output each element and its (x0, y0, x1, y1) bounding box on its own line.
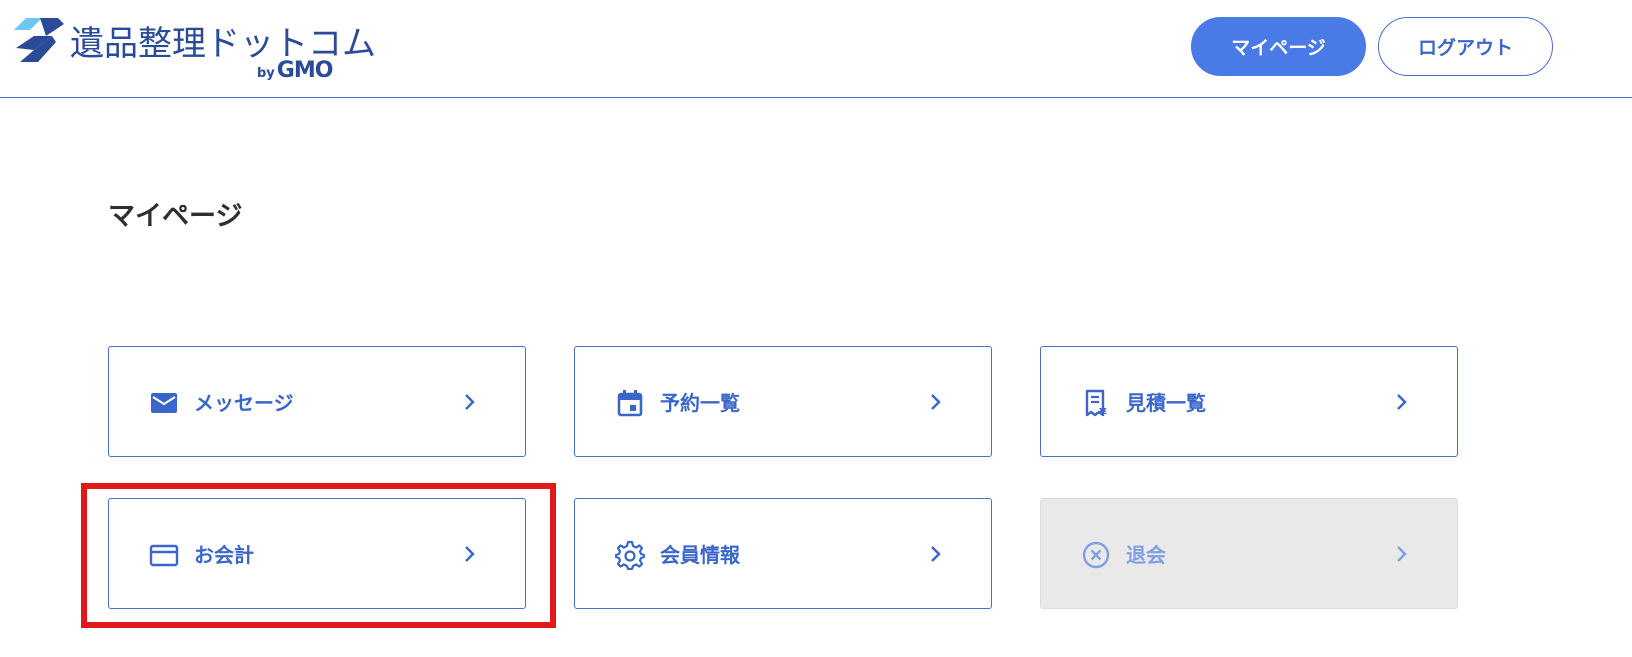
menu-card-member-info[interactable]: 会員情報 (574, 498, 992, 609)
menu-card-label: 予約一覧 (660, 391, 740, 415)
credit-card-icon (149, 544, 179, 567)
menu-card-label: お会計 (194, 543, 254, 567)
logo-gmo-text: GMO (276, 58, 334, 83)
chevron-right-icon (465, 394, 475, 410)
chevron-right-icon (931, 394, 941, 410)
estimate-icon: ¥ (1085, 389, 1107, 418)
logo-mark-icon (14, 18, 64, 62)
logo-by-text: by (257, 66, 275, 81)
chevron-right-icon (931, 546, 941, 562)
close-circle-icon (1082, 541, 1110, 569)
page-title: マイページ (108, 201, 243, 232)
calendar-icon (617, 390, 643, 417)
menu-card-payment[interactable]: お会計 (108, 498, 526, 609)
mypage-button[interactable]: マイページ (1191, 17, 1366, 76)
menu-card-label: メッセージ (194, 391, 294, 415)
site-logo[interactable]: 遺品整理ドットコム byGMO (12, 12, 376, 83)
menu-card-label: 退会 (1126, 543, 1166, 567)
logo-byline: byGMO (257, 58, 334, 83)
menu-card-messages[interactable]: メッセージ (108, 346, 526, 457)
menu-card-label: 見積一覧 (1126, 391, 1206, 415)
menu-card-reservations[interactable]: 予約一覧 (574, 346, 992, 457)
chevron-right-icon (1397, 546, 1407, 562)
svg-text:¥: ¥ (1099, 406, 1107, 418)
chevron-right-icon (465, 546, 475, 562)
menu-card-label: 会員情報 (660, 543, 740, 567)
mail-icon (151, 393, 177, 413)
gear-icon (615, 540, 645, 570)
site-header: 遺品整理ドットコム byGMO マイページ ログアウト (0, 0, 1632, 98)
chevron-right-icon (1397, 394, 1407, 410)
menu-card-withdraw: 退会 (1040, 498, 1458, 609)
logout-button[interactable]: ログアウト (1378, 17, 1553, 76)
menu-card-estimates[interactable]: ¥ 見積一覧 (1040, 346, 1458, 457)
